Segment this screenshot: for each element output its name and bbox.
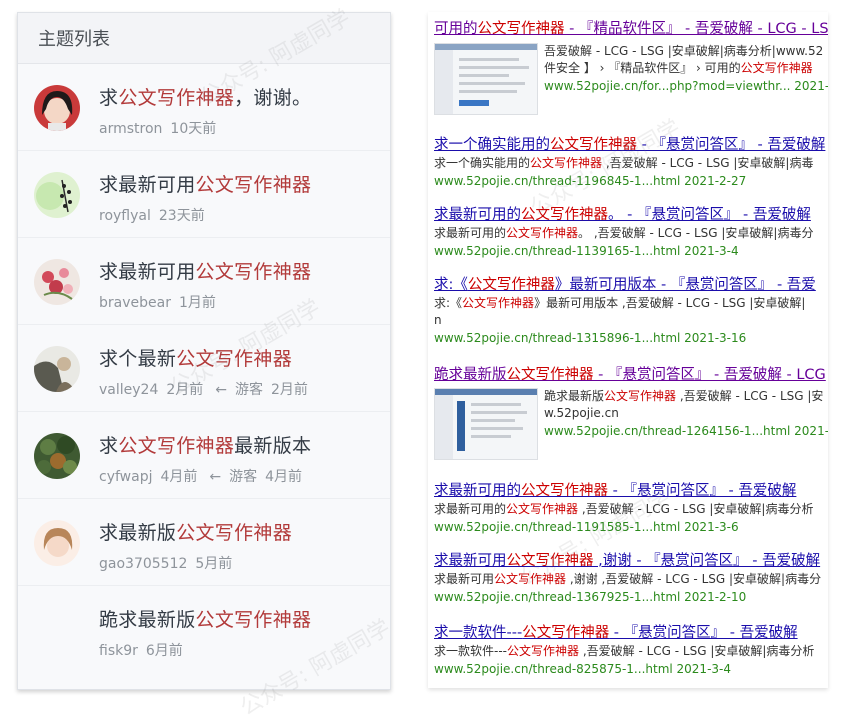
post-time: 23天前 xyxy=(158,208,205,224)
result-url[interactable]: www.52pojie.cn/thread-825875-1...html 20… xyxy=(434,660,828,678)
result-snippet: w.52pojie.cn xyxy=(544,406,619,420)
result-url[interactable]: www.52pojie.cn/thread-1196845-1...html 2… xyxy=(434,172,828,190)
topic-title[interactable]: 求公文写作神器最新版本 xyxy=(99,431,311,458)
topic-title[interactable]: 求个最新公文写作神器 xyxy=(99,344,292,371)
result-snippet: 吾爱破解 - LCG - LSG |安卓破解|病毒分析|www.52 xyxy=(544,44,824,58)
result-title-link[interactable]: 求最新可用的公文写作神器 - 『悬赏问答区』 - 吾爱破解 xyxy=(434,482,828,501)
result-snippet: 求一个确实能用的公文写作神器 ,吾爱破解 - LCG - LSG |安卓破解|病… xyxy=(434,156,814,170)
result-title-link[interactable]: 求最新可用公文写作神器 ,谢谢 - 『悬赏问答区』 - 吾爱破解 xyxy=(434,552,828,571)
post-time: 10天前 xyxy=(170,121,217,137)
topic-title[interactable]: 求公文写作神器，谢谢。 xyxy=(99,83,311,110)
search-result: 求最新可用的公文写作神器 - 『悬赏问答区』 - 吾爱破解 求最新可用的公文写作… xyxy=(434,482,828,536)
avatar[interactable] xyxy=(34,259,80,305)
search-result: 求一个确实能用的公文写作神器 - 『悬赏问答区』 - 吾爱破解 求一个确实能用的… xyxy=(434,136,828,190)
topic-item[interactable]: 跪求最新版公文写作神器 fisk9r 6月前 xyxy=(18,586,390,672)
result-title-link[interactable]: 求:《公文写作神器》最新可用版本 - 『悬赏问答区』 - 吾爱 xyxy=(434,276,828,295)
search-result: 求最新可用的公文写作神器。 - 『悬赏问答区』 - 吾爱破解 求最新可用的公文写… xyxy=(434,206,828,260)
result-snippet: n xyxy=(434,313,442,327)
result-title-link[interactable]: 跪求最新版公文写作神器 - 『悬赏问答区』 - 吾爱破解 - LCG xyxy=(434,366,828,385)
topic-title[interactable]: 求最新可用公文写作神器 xyxy=(99,257,311,284)
avatar[interactable] xyxy=(34,172,80,218)
topic-item[interactable]: 求公文写作神器，谢谢。 armstron 10天前 xyxy=(18,64,390,151)
topic-item[interactable]: 求最新可用公文写作神器 royflyal 23天前 xyxy=(18,151,390,238)
result-url[interactable]: www.52pojie.cn/thread-1315896-1...html 2… xyxy=(434,329,828,347)
avatar[interactable] xyxy=(34,346,80,392)
avatar[interactable] xyxy=(34,85,80,131)
last-reply-user: 游客 xyxy=(229,469,258,485)
post-time: 2月前 xyxy=(166,382,204,398)
result-title-link[interactable]: 求最新可用的公文写作神器。 - 『悬赏问答区』 - 吾爱破解 xyxy=(434,206,828,225)
author-name[interactable]: gao3705512 xyxy=(99,556,187,572)
result-thumbnail[interactable] xyxy=(434,388,538,460)
result-snippet: 求最新可用公文写作神器 ,谢谢 ,吾爱破解 - LCG - LSG |安卓破解|… xyxy=(434,572,822,586)
post-time: 4月前 xyxy=(160,469,198,485)
last-reply-user: 游客 xyxy=(235,382,264,398)
avatar[interactable] xyxy=(34,433,80,479)
search-result: 求最新可用公文写作神器 ,谢谢 - 『悬赏问答区』 - 吾爱破解 求最新可用公文… xyxy=(434,552,828,606)
search-results-panel: 可用的公文写作神器 - 『精品软件区』 - 吾爱破解 - LCG - LSG 吾… xyxy=(428,12,828,688)
topic-meta: gao3705512 5月前 xyxy=(99,553,240,573)
result-url[interactable]: www.52pojie.cn/thread-1367925-1...html 2… xyxy=(434,588,828,606)
topic-title[interactable]: 跪求最新版公文写作神器 xyxy=(99,605,311,632)
search-result: 求一款软件---公文写作神器 - 『悬赏问答区』 - 吾爱破解 求一款软件---… xyxy=(434,624,828,678)
result-snippet: 跪求最新版公文写作神器 ,吾爱破解 - LCG - LSG |安 xyxy=(544,389,824,403)
post-time: 5月前 xyxy=(195,556,233,572)
author-name[interactable]: bravebear xyxy=(99,295,171,311)
result-url[interactable]: www.52pojie.cn/thread-1264156-1...html 2… xyxy=(544,422,828,440)
post-time: 1月前 xyxy=(178,295,216,311)
panel-header: 主题列表 xyxy=(18,13,390,64)
result-title-link[interactable]: 求一款软件---公文写作神器 - 『悬赏问答区』 - 吾爱破解 xyxy=(434,624,828,643)
post-time: 6月前 xyxy=(145,643,183,659)
result-title-link[interactable]: 求一个确实能用的公文写作神器 - 『悬赏问答区』 - 吾爱破解 xyxy=(434,136,828,155)
topic-meta: bravebear 1月前 xyxy=(99,292,224,312)
topic-item[interactable]: 求公文写作神器最新版本 cyfwapj 4月前 ← 游客 4月前 xyxy=(18,412,390,499)
result-title-link[interactable]: 可用的公文写作神器 - 『精品软件区』 - 吾爱破解 - LCG - LSG xyxy=(434,20,828,39)
result-url[interactable]: www.52pojie.cn/thread-1139165-1...html 2… xyxy=(434,242,828,260)
author-name[interactable]: fisk9r xyxy=(99,643,138,659)
result-thumbnail[interactable] xyxy=(434,43,538,115)
author-name[interactable]: armstron xyxy=(99,121,162,137)
search-result: 跪求最新版公文写作神器 - 『悬赏问答区』 - 吾爱破解 - LCG 跪求最新版… xyxy=(434,366,828,460)
search-result: 求:《公文写作神器》最新可用版本 - 『悬赏问答区』 - 吾爱 求:《公文写作神… xyxy=(434,276,828,347)
result-url[interactable]: www.52pojie.cn/for...php?mod=viewthr... … xyxy=(544,77,828,95)
last-reply-time: 4月前 xyxy=(265,469,303,485)
avatar[interactable] xyxy=(34,520,80,566)
arrow-left-icon: ← xyxy=(215,382,228,398)
result-snippet: 求最新可用的公文写作神器 ,吾爱破解 - LCG - LSG |安卓破解|病毒分… xyxy=(434,502,814,516)
topic-list-panel: 主题列表 求公文写作神器，谢谢。 armstron 10天前 求最新可用公文写作神… xyxy=(17,12,391,690)
author-name[interactable]: valley24 xyxy=(99,382,158,398)
topic-item[interactable]: 求最新版公文写作神器 gao3705512 5月前 xyxy=(18,499,390,586)
result-snippet: 求:《公文写作神器》最新可用版本 ,吾爱破解 - LCG - LSG |安卓破解… xyxy=(434,296,806,310)
last-reply-time: 2月前 xyxy=(271,382,308,398)
arrow-left-icon: ← xyxy=(209,469,222,485)
topic-title[interactable]: 求最新版公文写作神器 xyxy=(99,518,292,545)
topic-meta: royflyal 23天前 xyxy=(99,205,213,225)
author-name[interactable]: cyfwapj xyxy=(99,469,152,485)
topic-meta: fisk9r 6月前 xyxy=(99,640,191,660)
topic-meta: valley24 2月前 ← 游客 2月前 xyxy=(99,379,316,399)
result-url[interactable]: www.52pojie.cn/thread-1191585-1...html 2… xyxy=(434,518,828,536)
author-name[interactable]: royflyal xyxy=(99,208,151,224)
topic-title[interactable]: 求最新可用公文写作神器 xyxy=(99,170,311,197)
topic-item[interactable]: 求最新可用公文写作神器 bravebear 1月前 xyxy=(18,238,390,325)
topic-item[interactable]: 求个最新公文写作神器 valley24 2月前 ← 游客 2月前 xyxy=(18,325,390,412)
result-snippet: 求最新可用的公文写作神器。 ,吾爱破解 - LCG - LSG |安卓破解|病毒… xyxy=(434,226,814,240)
result-snippet: 件安全 】 › 『精品软件区』 › 可用的公文写作神器 xyxy=(544,61,813,75)
result-snippet: 求一款软件---公文写作神器 ,吾爱破解 - LCG - LSG |安卓破解|病… xyxy=(434,644,815,658)
topic-meta: armstron 10天前 xyxy=(99,118,224,138)
topic-meta: cyfwapj 4月前 ← 游客 4月前 xyxy=(99,466,310,486)
search-result: 可用的公文写作神器 - 『精品软件区』 - 吾爱破解 - LCG - LSG 吾… xyxy=(434,20,828,115)
